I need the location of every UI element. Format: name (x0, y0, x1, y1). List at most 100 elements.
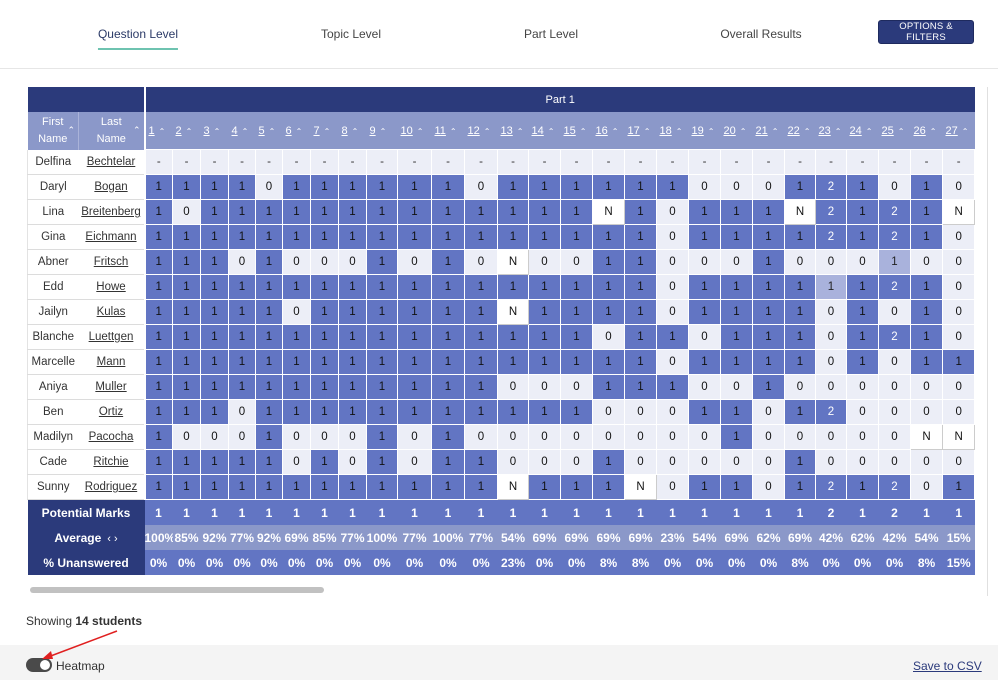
question-header-20[interactable]: 20 ⌃ (720, 112, 753, 150)
score-cell: 2 (878, 224, 911, 250)
scrollbar-thumb[interactable] (30, 587, 324, 593)
question-header-19[interactable]: 19 ⌃ (688, 112, 721, 150)
tab-topic-level[interactable]: Topic Level (321, 27, 381, 41)
question-header-25[interactable]: 25 ⌃ (878, 112, 911, 150)
question-header-18[interactable]: 18 ⌃ (656, 112, 689, 150)
last-name-link[interactable]: Ortiz (78, 399, 146, 425)
last-name-link[interactable]: Bechtelar (78, 149, 146, 175)
tab-part-level[interactable]: Part Level (524, 27, 578, 41)
question-header-5[interactable]: 5 ⌃ (255, 112, 283, 150)
tab-overall-results[interactable]: Overall Results (720, 27, 801, 41)
last-name-link[interactable]: Luettgen (78, 324, 146, 350)
score-cell: 1 (592, 349, 625, 375)
score-cell: 1 (310, 474, 339, 500)
score-cell: 1 (431, 224, 465, 250)
question-header-7[interactable]: 7 ⌃ (310, 112, 339, 150)
question-header-6[interactable]: 6 ⌃ (282, 112, 311, 150)
save-to-csv-link[interactable]: Save to CSV (913, 659, 982, 673)
question-header-2[interactable]: 2 ⌃ (172, 112, 201, 150)
score-cell: - (172, 149, 201, 175)
potential-mark-cell: 1 (282, 499, 311, 525)
question-header-4[interactable]: 4 ⌃ (228, 112, 256, 150)
unanswered-cell: 0% (464, 550, 498, 575)
options-filters-button[interactable]: OPTIONS & FILTERS (878, 20, 974, 44)
score-cell: 0 (941, 274, 976, 300)
score-cell: 1 (310, 174, 339, 200)
question-header-21[interactable]: 21 ⌃ (752, 112, 785, 150)
score-cell: 1 (310, 274, 339, 300)
last-name-header[interactable]: Last Name ⌃ (78, 112, 145, 150)
last-name-link[interactable]: Muller (78, 374, 146, 400)
question-header-10[interactable]: 10 ⌃ (397, 112, 432, 150)
tab-question-level[interactable]: Question Level (97, 27, 179, 50)
score-cell: 1 (656, 324, 689, 350)
question-header-3[interactable]: 3 ⌃ (200, 112, 229, 150)
score-cell: 1 (338, 299, 367, 325)
last-name-link[interactable]: Ritchie (78, 449, 146, 475)
heatmap-toggle[interactable] (26, 658, 52, 672)
question-header-11[interactable]: 11 ⌃ (431, 112, 465, 150)
question-header-14[interactable]: 14 ⌃ (528, 112, 561, 150)
score-cell: 0 (282, 424, 311, 450)
last-name-link[interactable]: Kulas (78, 299, 146, 325)
last-name-link[interactable]: Bogan (78, 174, 146, 200)
question-header-8[interactable]: 8 ⌃ (338, 112, 367, 150)
question-header-1[interactable]: 1 ⌃ (143, 112, 173, 150)
question-header-16[interactable]: 16 ⌃ (592, 112, 625, 150)
score-cell: - (282, 149, 311, 175)
sort-icon: ⌃ (295, 126, 303, 136)
question-header-13[interactable]: 13 ⌃ (497, 112, 529, 150)
score-cell: 1 (255, 274, 283, 300)
score-cell: 1 (497, 349, 529, 375)
unanswered-cell: 0% (397, 550, 432, 575)
question-header-23[interactable]: 23 ⌃ (815, 112, 847, 150)
score-cell: 1 (282, 349, 311, 375)
last-name-link[interactable]: Rodriguez (78, 474, 146, 500)
potential-mark-cell: 1 (464, 499, 498, 525)
last-name-link[interactable]: Fritsch (78, 249, 146, 275)
score-cell: 0 (560, 424, 593, 450)
last-name-link[interactable]: Mann (78, 349, 146, 375)
question-header-27[interactable]: 27 ⌃ (942, 112, 975, 150)
question-number: 27 (945, 124, 958, 137)
score-cell: - (255, 149, 283, 175)
first-name-header[interactable]: First Name ⌃ (27, 112, 79, 150)
last-name-link[interactable]: Pacocha (78, 424, 146, 450)
score-cell: 0 (560, 449, 593, 475)
score-cell: 1 (784, 274, 816, 300)
potential-mark-cell: 1 (228, 499, 256, 525)
score-cell: 1 (752, 374, 785, 400)
question-header-24[interactable]: 24 ⌃ (846, 112, 879, 150)
score-cell: 1 (172, 349, 201, 375)
last-name-link[interactable]: Howe (78, 274, 146, 300)
showing-count: Showing 14 students (26, 614, 142, 628)
score-cell: 0 (200, 424, 229, 450)
score-cell: 0 (656, 424, 689, 450)
score-cell: 1 (397, 199, 432, 225)
question-header-17[interactable]: 17 ⌃ (624, 112, 657, 150)
score-cell: 1 (431, 324, 465, 350)
last-name-link[interactable]: Eichmann (78, 224, 146, 250)
score-cell: 1 (688, 349, 721, 375)
potential-mark-cell: 1 (397, 499, 432, 525)
last-name-link[interactable]: Breitenberg (78, 199, 146, 225)
score-cell: 0 (784, 424, 816, 450)
results-table-container[interactable]: Part 1 First Name ⌃ Last Name ⌃ 1 ⌃ 2 ⌃ 3 ⌃ 4 ⌃… (27, 87, 988, 596)
question-header-26[interactable]: 26 ⌃ (910, 112, 943, 150)
potential-mark-cell: 1 (144, 499, 173, 525)
unanswered-cell: 0% (144, 550, 173, 575)
score-cell: 1 (624, 299, 657, 325)
question-header-9[interactable]: 9 ⌃ (366, 112, 398, 150)
question-number: 9 (369, 124, 376, 137)
horizontal-scrollbar[interactable] (27, 585, 987, 595)
question-number: 13 (500, 124, 513, 137)
average-arrows-icon[interactable]: ‹ › (107, 533, 117, 545)
question-header-15[interactable]: 15 ⌃ (560, 112, 593, 150)
question-header-12[interactable]: 12 ⌃ (464, 112, 498, 150)
score-cell: 1 (688, 399, 721, 425)
question-header-22[interactable]: 22 ⌃ (784, 112, 816, 150)
question-number: 1 (148, 124, 155, 137)
score-cell: - (200, 149, 229, 175)
average-cell: 77% (228, 525, 256, 550)
score-cell: 0 (528, 449, 561, 475)
